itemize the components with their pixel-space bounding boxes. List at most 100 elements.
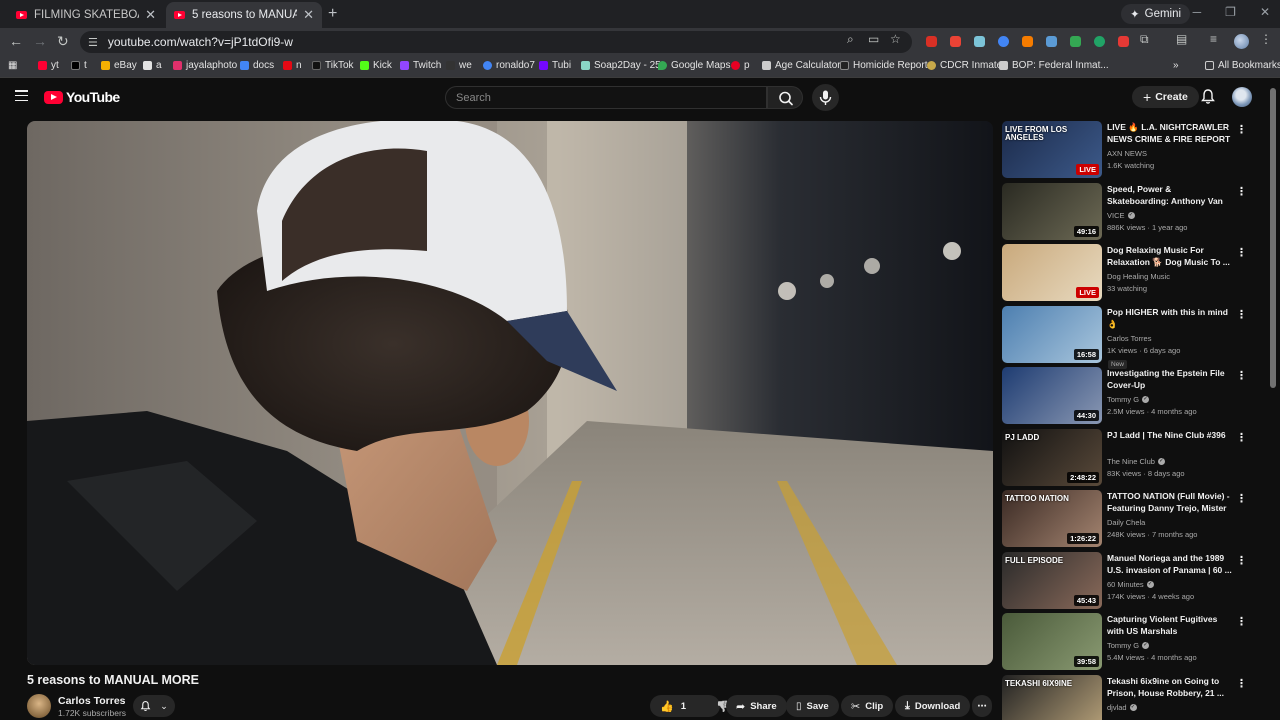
recommended-channel[interactable]: djvlad ✓ [1107, 703, 1137, 712]
bookmark-bop[interactable]: BOP: Federal Inmat... [999, 60, 1109, 71]
video-thumbnail[interactable]: 44:30 [1002, 367, 1102, 424]
video-thumbnail[interactable]: 49:16 [1002, 183, 1102, 240]
video-thumbnail[interactable]: LIVE FROM LOS ANGELES LIVE [1002, 121, 1102, 178]
bookmark-docs[interactable]: docs [240, 60, 274, 71]
video-options-menu-icon[interactable]: ⋮ [1236, 615, 1247, 628]
recommended-channel[interactable]: Tommy G ✓ [1107, 395, 1150, 404]
apps-grid-icon[interactable]: ▦ [8, 60, 17, 71]
recommended-video[interactable]: 39:58 Capturing Violent Fugitives with US… [1002, 613, 1264, 671]
page-scrollbar[interactable] [1270, 88, 1276, 388]
bookmark-p[interactable]: p [731, 60, 750, 71]
close-tab-icon[interactable]: ✕ [145, 7, 156, 23]
youtube-logo[interactable]: YouTube [44, 89, 120, 105]
video-options-menu-icon[interactable]: ⋮ [1236, 369, 1247, 382]
bookmark-jayalaphoto[interactable]: jayalaphoto [173, 60, 237, 71]
recommended-channel[interactable]: VICE ✓ [1107, 211, 1135, 220]
video-thumbnail[interactable]: 16:58 [1002, 306, 1102, 363]
bookmark-homicide-report[interactable]: Homicide Report [840, 60, 927, 71]
search-input[interactable]: Search [445, 86, 767, 109]
extension-icon[interactable] [974, 36, 985, 47]
channel-avatar[interactable] [27, 694, 51, 718]
more-actions-button[interactable]: ⋯ [972, 695, 992, 717]
side-panel-icon[interactable]: ▤ [1176, 32, 1187, 46]
all-bookmarks-button[interactable]: All Bookmarks [1205, 60, 1280, 71]
bookmark-ronaldo7[interactable]: ronaldo7 [483, 60, 535, 71]
recommended-video-title[interactable]: Speed, Power & Skateboarding: Anthony Va… [1107, 184, 1235, 207]
bookmark-n[interactable]: n [283, 60, 302, 71]
bookmark-x[interactable]: t [71, 60, 87, 71]
recommended-video-title[interactable]: Investigating the Epstein File Cover-Up [1107, 368, 1235, 391]
video-thumbnail[interactable]: 39:58 [1002, 613, 1102, 670]
cast-icon[interactable]: ▭ [868, 32, 879, 46]
subscription-notifications-button[interactable]: ⌄ [133, 695, 175, 717]
recommended-video[interactable]: TEKASHI 6IX9INE Tekashi 6ix9ine on Going … [1002, 675, 1264, 720]
video-thumbnail[interactable]: TEKASHI 6IX9INE [1002, 675, 1102, 720]
bookmark-kick[interactable]: Kick [360, 60, 392, 71]
restore-icon[interactable]: ❐ [1225, 5, 1236, 19]
recommended-channel[interactable]: Dog Healing Music [1107, 272, 1170, 281]
reading-list-icon[interactable]: ≡ [1210, 32, 1217, 46]
video-options-menu-icon[interactable]: ⋮ [1236, 308, 1247, 321]
video-player[interactable] [27, 121, 993, 665]
recommended-video[interactable]: LIVE FROM LOS ANGELES LIVE LIVE 🔥 L.A. NIG… [1002, 121, 1264, 179]
address-bar[interactable]: ☰ youtube.com/watch?v=jP1tdOfi9-w [80, 31, 912, 53]
extension-icon[interactable] [926, 36, 937, 47]
video-options-menu-icon[interactable]: ⋮ [1236, 246, 1247, 259]
recommended-video[interactable]: PJ LADD 2:48:22 PJ Ladd | The Nine Club #3… [1002, 429, 1264, 487]
reload-icon[interactable]: ↻ [57, 33, 69, 50]
bookmark-age-calculator[interactable]: Age Calculator [762, 60, 841, 71]
video-options-menu-icon[interactable]: ⋮ [1236, 185, 1247, 198]
extension-icon[interactable] [1094, 36, 1105, 47]
recommended-video-title[interactable]: Capturing Violent Fugitives with US Mars… [1107, 614, 1235, 637]
voice-search-button[interactable] [812, 84, 839, 111]
recommended-channel[interactable]: AXN NEWS [1107, 149, 1147, 158]
like-button[interactable]: 👍 1 [650, 695, 696, 717]
recommended-video-title[interactable]: Tekashi 6ix9ine on Going to Prison, Hous… [1107, 676, 1235, 699]
bookmark-a[interactable]: a [143, 60, 162, 71]
back-arrow-icon[interactable]: ← [9, 33, 23, 49]
video-thumbnail[interactable]: TATTOO NATION 1:26:22 [1002, 490, 1102, 547]
zoom-icon[interactable]: ⌕ [847, 32, 854, 47]
bookmark-google-maps[interactable]: Google Maps [658, 60, 730, 71]
video-options-menu-icon[interactable]: ⋮ [1236, 677, 1247, 690]
bookmark-tubi[interactable]: Tubi [539, 60, 571, 71]
video-options-menu-icon[interactable]: ⋮ [1236, 492, 1247, 505]
forward-arrow-icon[interactable]: → [33, 33, 47, 49]
clip-button[interactable]: ✂ Clip [841, 695, 894, 717]
recommended-channel[interactable]: The Nine Club ✓ [1107, 457, 1165, 466]
extension-icon[interactable] [1022, 36, 1033, 47]
new-tab-icon[interactable]: + [328, 5, 337, 23]
bookmark-ebay[interactable]: eBay [101, 60, 137, 71]
bookmark-star-icon[interactable]: ☆ [890, 32, 901, 46]
bookmark-soap2day[interactable]: Soap2Day - 25 [581, 60, 661, 71]
bookmark-yt[interactable]: yt [38, 60, 59, 71]
bookmark-cdcr-inmate[interactable]: CDCR Inmate [927, 60, 1002, 71]
recommended-video[interactable]: TATTOO NATION 1:26:22 TATTOO NATION (Full … [1002, 490, 1264, 548]
browser-tab-manual-more[interactable]: 5 reasons to MANUAL MORE - ✕ [166, 2, 322, 28]
video-options-menu-icon[interactable]: ⋮ [1236, 123, 1247, 136]
close-window-icon[interactable]: ✕ [1260, 5, 1270, 19]
create-button[interactable]: + Create [1132, 86, 1199, 108]
profile-avatar-icon[interactable] [1234, 34, 1249, 49]
extension-icon[interactable] [998, 36, 1009, 47]
recommended-video[interactable]: 49:16 Speed, Power & Skateboarding: Antho… [1002, 183, 1264, 241]
browser-menu-icon[interactable]: ⋮ [1260, 32, 1272, 46]
recommended-channel[interactable]: Carlos Torres [1107, 334, 1151, 343]
browser-tab-filming[interactable]: FILMING SKATEBOARDING SIN ✕ [8, 2, 164, 28]
recommended-video-title[interactable]: TATTOO NATION (Full Movie) - Featuring D… [1107, 491, 1235, 514]
account-avatar[interactable] [1232, 87, 1252, 107]
gemini-button[interactable]: ✦ Gemini [1121, 4, 1191, 24]
recommended-video[interactable]: LIVE Dog Relaxing Music For Relaxation 🐕 … [1002, 244, 1264, 302]
recommended-video[interactable]: FULL EPISODE 45:43 Manuel Noriega and the … [1002, 552, 1264, 610]
extension-icon[interactable] [950, 36, 961, 47]
hamburger-menu-icon[interactable] [15, 90, 28, 101]
extension-icon[interactable] [1070, 36, 1081, 47]
recommended-channel[interactable]: 60 Minutes ✓ [1107, 580, 1154, 589]
recommended-channel[interactable]: Tommy G ✓ [1107, 641, 1150, 650]
bookmark-twitch[interactable]: Twitch [400, 60, 441, 71]
video-thumbnail[interactable]: FULL EPISODE 45:43 [1002, 552, 1102, 609]
recommended-video-title[interactable]: Dog Relaxing Music For Relaxation 🐕 Dog … [1107, 245, 1235, 268]
download-button[interactable]: ⤓ Download [895, 695, 971, 717]
channel-name[interactable]: Carlos Torres [58, 695, 126, 707]
recommended-video-title[interactable]: Pop HIGHER with this in mind 👌 [1107, 307, 1235, 330]
